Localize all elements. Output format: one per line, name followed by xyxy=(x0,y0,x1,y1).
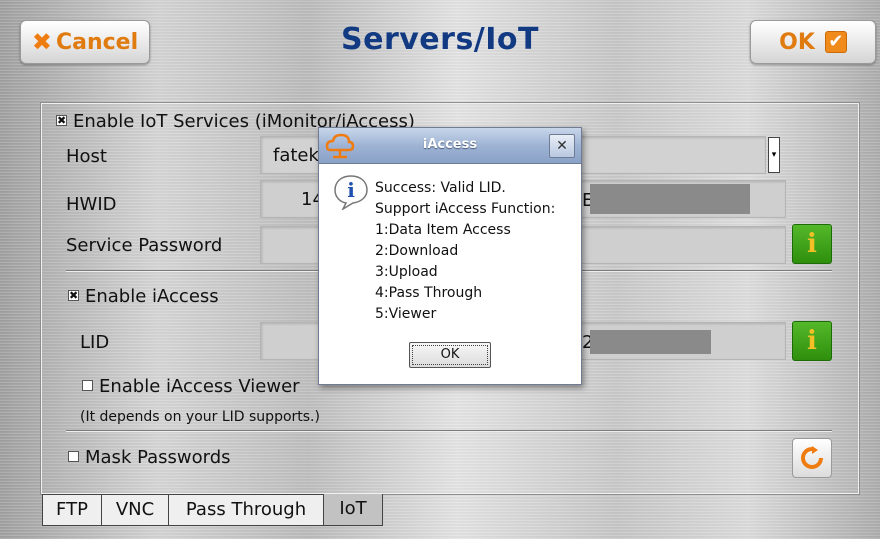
ok-label: OK xyxy=(779,29,815,55)
message-line: Support iAccess Function: xyxy=(375,201,556,217)
hwid-redacted xyxy=(590,184,750,214)
message-line: 3:Upload xyxy=(375,264,438,280)
tab-pass-through[interactable]: Pass Through xyxy=(168,494,324,526)
enable-iaccess-viewer-label: Enable iAccess Viewer xyxy=(99,376,300,397)
lid-label: LID xyxy=(80,332,110,353)
message-line: 4:Pass Through xyxy=(375,285,483,301)
message-line: 2:Download xyxy=(375,243,459,259)
enable-iaccess-checkbox[interactable]: ✖ Enable iAccess xyxy=(68,286,219,307)
info-icon: i xyxy=(807,326,817,356)
dialog-title: iAccess xyxy=(422,137,478,152)
lid-info-button[interactable]: i xyxy=(792,321,832,361)
message-line: 5:Viewer xyxy=(375,306,437,322)
refresh-button[interactable] xyxy=(792,438,832,478)
hwid-label: HWID xyxy=(66,194,117,215)
mask-passwords-checkbox[interactable]: Mask Passwords xyxy=(68,447,231,468)
checkbox-checked-icon: ✔ xyxy=(824,31,847,53)
dialog-message: Success: Valid LID. Support iAccess Func… xyxy=(375,178,555,325)
message-line: Success: Valid LID. xyxy=(375,180,506,196)
enable-iaccess-label: Enable iAccess xyxy=(85,286,219,307)
refresh-icon xyxy=(801,446,823,469)
divider xyxy=(66,430,832,431)
host-label: Host xyxy=(66,146,107,167)
mask-passwords-label: Mask Passwords xyxy=(85,447,231,468)
iaccess-dialog: iAccess ✕ i Success: Valid LID. Support … xyxy=(318,127,582,385)
message-line: 1:Data Item Access xyxy=(375,222,511,238)
lid-redacted xyxy=(590,330,711,354)
service-password-label: Service Password xyxy=(66,235,223,256)
tab-iot[interactable]: IoT xyxy=(323,494,383,526)
checkbox-unchecked-icon xyxy=(68,450,79,462)
ok-button[interactable]: OK ✔ xyxy=(750,20,876,64)
close-icon[interactable]: ✕ xyxy=(549,134,575,158)
lid-support-note: (It depends on your LID supports.) xyxy=(80,409,320,425)
info-icon: i xyxy=(807,229,817,259)
chevron-down-icon[interactable]: ▾ xyxy=(768,137,780,173)
information-icon: i xyxy=(334,175,368,210)
page-title: Servers/IoT xyxy=(341,22,539,57)
checkbox-unchecked-icon xyxy=(82,379,93,391)
dialog-ok-button[interactable]: OK xyxy=(409,342,491,368)
tab-vnc[interactable]: VNC xyxy=(101,494,169,526)
info-button[interactable]: i xyxy=(792,224,832,264)
svg-text:i: i xyxy=(347,178,355,202)
host-value: fatek xyxy=(273,145,319,166)
enable-iaccess-viewer-checkbox[interactable]: Enable iAccess Viewer xyxy=(82,376,300,397)
tab-ftp[interactable]: FTP xyxy=(42,494,102,526)
checkbox-checked-icon: ✖ xyxy=(68,288,79,302)
dialog-titlebar[interactable]: iAccess ✕ xyxy=(319,128,581,164)
checkbox-checked-icon: ✖ xyxy=(56,113,67,127)
